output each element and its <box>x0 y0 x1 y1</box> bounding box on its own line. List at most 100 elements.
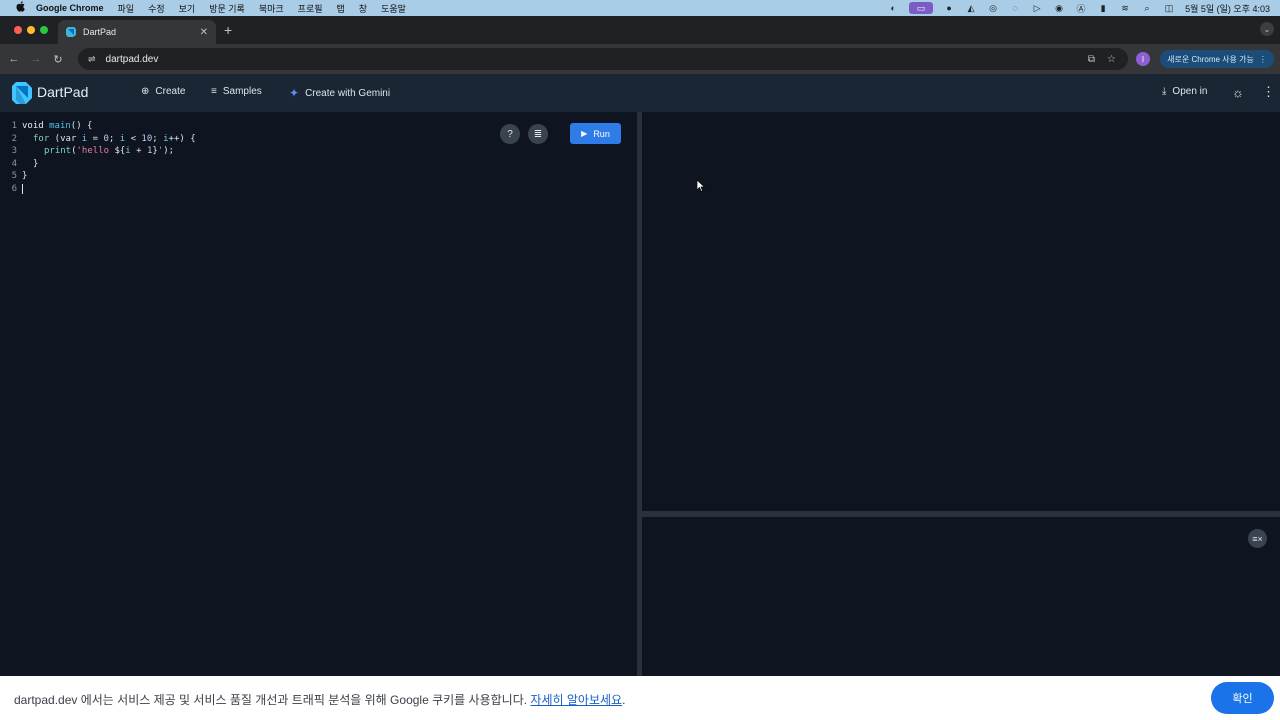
update-chip-label: 새로운 Chrome 사용 가능 <box>1167 54 1254 64</box>
font-icon[interactable]: ◭ <box>965 2 977 14</box>
dart-logo-icon <box>12 82 32 104</box>
code-line[interactable]: 5 } <box>0 170 196 183</box>
menu-history[interactable]: 방문 기록 <box>209 2 245 15</box>
brightness-icon[interactable]: ☼ <box>1232 85 1244 100</box>
menu-edit[interactable]: 수정 <box>148 2 165 15</box>
colorsync-icon[interactable]: ● <box>943 2 955 14</box>
install-app-icon[interactable]: ⧉ <box>1088 54 1095 65</box>
code-token: + <box>130 146 147 157</box>
reload-icon[interactable]: ↻ <box>50 53 66 66</box>
control-center-icon[interactable]: ◫ <box>1163 2 1175 14</box>
chrome-update-chip[interactable]: 새로운 Chrome 사용 가능 ⋮ <box>1160 50 1274 68</box>
menu-view[interactable]: 보기 <box>179 2 196 15</box>
profile-avatar[interactable]: I <box>1136 52 1150 66</box>
cookie-text: dartpad.dev 에서는 서비스 제공 및 서비스 품질 개선과 트래픽 … <box>14 693 531 707</box>
wifi-icon[interactable]: ≋ <box>1119 2 1131 14</box>
code-lines[interactable]: 1 void main() { 2 for (var i = 0; i < 10… <box>0 120 196 196</box>
code-line[interactable]: 6 <box>0 183 196 196</box>
bookmark-star-icon[interactable]: ☆ <box>1107 54 1116 65</box>
screen-record-icon[interactable]: ▭ <box>909 2 934 14</box>
input-a-icon[interactable]: Ⓐ <box>1075 2 1087 14</box>
apple-icon[interactable] <box>14 1 26 15</box>
user-icon[interactable]: ◉ <box>1053 2 1065 14</box>
code-token: main <box>49 121 71 131</box>
mouse-pointer-icon <box>697 180 705 192</box>
line-number: 1 <box>11 121 17 131</box>
create-button[interactable]: ⊕ Create <box>141 86 185 97</box>
app-title: DartPad <box>37 84 89 100</box>
code-token: = <box>87 133 104 144</box>
close-window-button[interactable] <box>14 26 22 34</box>
menu-help[interactable]: 도움말 <box>381 2 406 15</box>
code-line[interactable]: 2 for (var i = 0; i < 10; i ++) { <box>0 133 196 146</box>
menu-window[interactable]: 창 <box>359 2 367 15</box>
cookie-ok-button[interactable]: 확인 <box>1211 682 1274 714</box>
download-icon: ⤓ <box>1162 86 1167 97</box>
vpn-icon[interactable]: ◌ <box>1009 2 1021 14</box>
samples-button[interactable]: ≡ Samples <box>211 86 262 97</box>
forward-arrow-icon[interactable]: → <box>28 53 44 65</box>
status-area: ◐ ▭ ● ◭ ◎ ◌ ▷ ◉ Ⓐ ▮ ≋ ⌕ ◫ 5월 5일 (일) 오후 4… <box>887 0 1280 16</box>
battery-icon[interactable]: ▮ <box>1097 2 1109 14</box>
line-number: 3 <box>11 146 17 157</box>
menu-tab[interactable]: 탭 <box>337 2 345 15</box>
code-token: () { <box>70 121 93 131</box>
close-tab-icon[interactable]: ✕ <box>200 27 208 38</box>
menu-app-name[interactable]: Google Chrome <box>36 3 104 13</box>
chrome-toolbar: ← → ↻ ⇌ dartpad.dev ⧉ ☆ I 새로운 Chrome 사용 … <box>0 44 1280 74</box>
dart-favicon-icon <box>66 27 76 37</box>
code-token: ); <box>163 146 175 157</box>
create-with-gemini-button[interactable]: ✦ Create with Gemini <box>289 86 390 100</box>
play-icon[interactable]: ▷ <box>1031 2 1043 14</box>
menu-clock[interactable]: 5월 5일 (일) 오후 4:03 <box>1185 2 1270 15</box>
tab-search-chevron-icon[interactable]: ⌄ <box>1260 22 1274 36</box>
code-line[interactable]: 1 void main() { <box>0 120 196 133</box>
format-code-icon[interactable]: ≣ <box>528 124 548 144</box>
cookie-message: dartpad.dev 에서는 서비스 제공 및 서비스 품질 개선과 트래픽 … <box>14 691 625 708</box>
code-token: } <box>22 171 28 182</box>
open-in-label: Open in <box>1172 86 1208 97</box>
code-token: ; <box>108 133 120 144</box>
tab-dartpad[interactable]: DartPad ✕ <box>58 20 216 44</box>
cookie-period: . <box>622 693 626 707</box>
search-icon[interactable]: ⌕ <box>1141 2 1153 14</box>
code-token: print <box>44 146 72 157</box>
clear-console-icon[interactable]: ≡× <box>1248 529 1267 548</box>
code-line[interactable]: 3 print('hello ${i + 1} '); <box>0 145 196 158</box>
code-token: ; <box>152 133 164 144</box>
run-button[interactable]: ▶ Run <box>570 123 621 144</box>
menu-profiles[interactable]: 프로필 <box>298 2 323 15</box>
code-token: (var <box>49 133 82 144</box>
back-arrow-icon[interactable]: ← <box>6 53 22 65</box>
minimize-window-button[interactable] <box>27 26 35 34</box>
site-info-icon[interactable]: ⇌ <box>88 54 96 65</box>
more-vert-icon[interactable]: ⋮ <box>1262 84 1275 100</box>
code-token: 'hello <box>76 146 115 157</box>
address-bar[interactable]: ⇌ dartpad.dev ⧉ ☆ <box>78 48 1128 70</box>
line-number: 4 <box>11 158 17 169</box>
menu-file[interactable]: 파일 <box>118 2 135 15</box>
code-token: 10 <box>141 133 153 144</box>
playlist-add-icon: ≡ <box>211 86 217 97</box>
gemini-sparkle-icon: ✦ <box>289 86 300 100</box>
creative-cloud-icon[interactable]: ◎ <box>987 2 999 14</box>
code-editor[interactable]: 1 void main() { 2 for (var i = 0; i < 10… <box>0 112 637 676</box>
code-token: void <box>22 121 44 131</box>
code-token: for <box>33 133 50 144</box>
kebab-menu-icon[interactable]: ⋮ <box>1259 55 1267 64</box>
code-line[interactable]: 4 } <box>0 158 196 171</box>
menu-bookmarks[interactable]: 북마크 <box>259 2 284 15</box>
console-output-panel <box>642 517 1280 676</box>
help-icon[interactable]: ? <box>500 124 520 144</box>
line-number: 2 <box>11 133 17 144</box>
url-text[interactable]: dartpad.dev <box>106 54 159 65</box>
open-in-button[interactable]: ⤓ Open in <box>1162 86 1207 97</box>
fullscreen-window-button[interactable] <box>40 26 48 34</box>
ui-output-panel <box>642 112 1280 511</box>
learn-more-link[interactable]: 자세히 알아보세요 <box>530 693 622 707</box>
create-label: Create <box>155 86 186 97</box>
gemini-label: Create with Gemini <box>305 87 391 99</box>
screen-mirroring-icon[interactable]: ◐ <box>887 2 899 14</box>
chrome-tab-strip: DartPad ✕ + ⌄ <box>0 16 1280 44</box>
new-tab-button[interactable]: + <box>224 22 232 38</box>
